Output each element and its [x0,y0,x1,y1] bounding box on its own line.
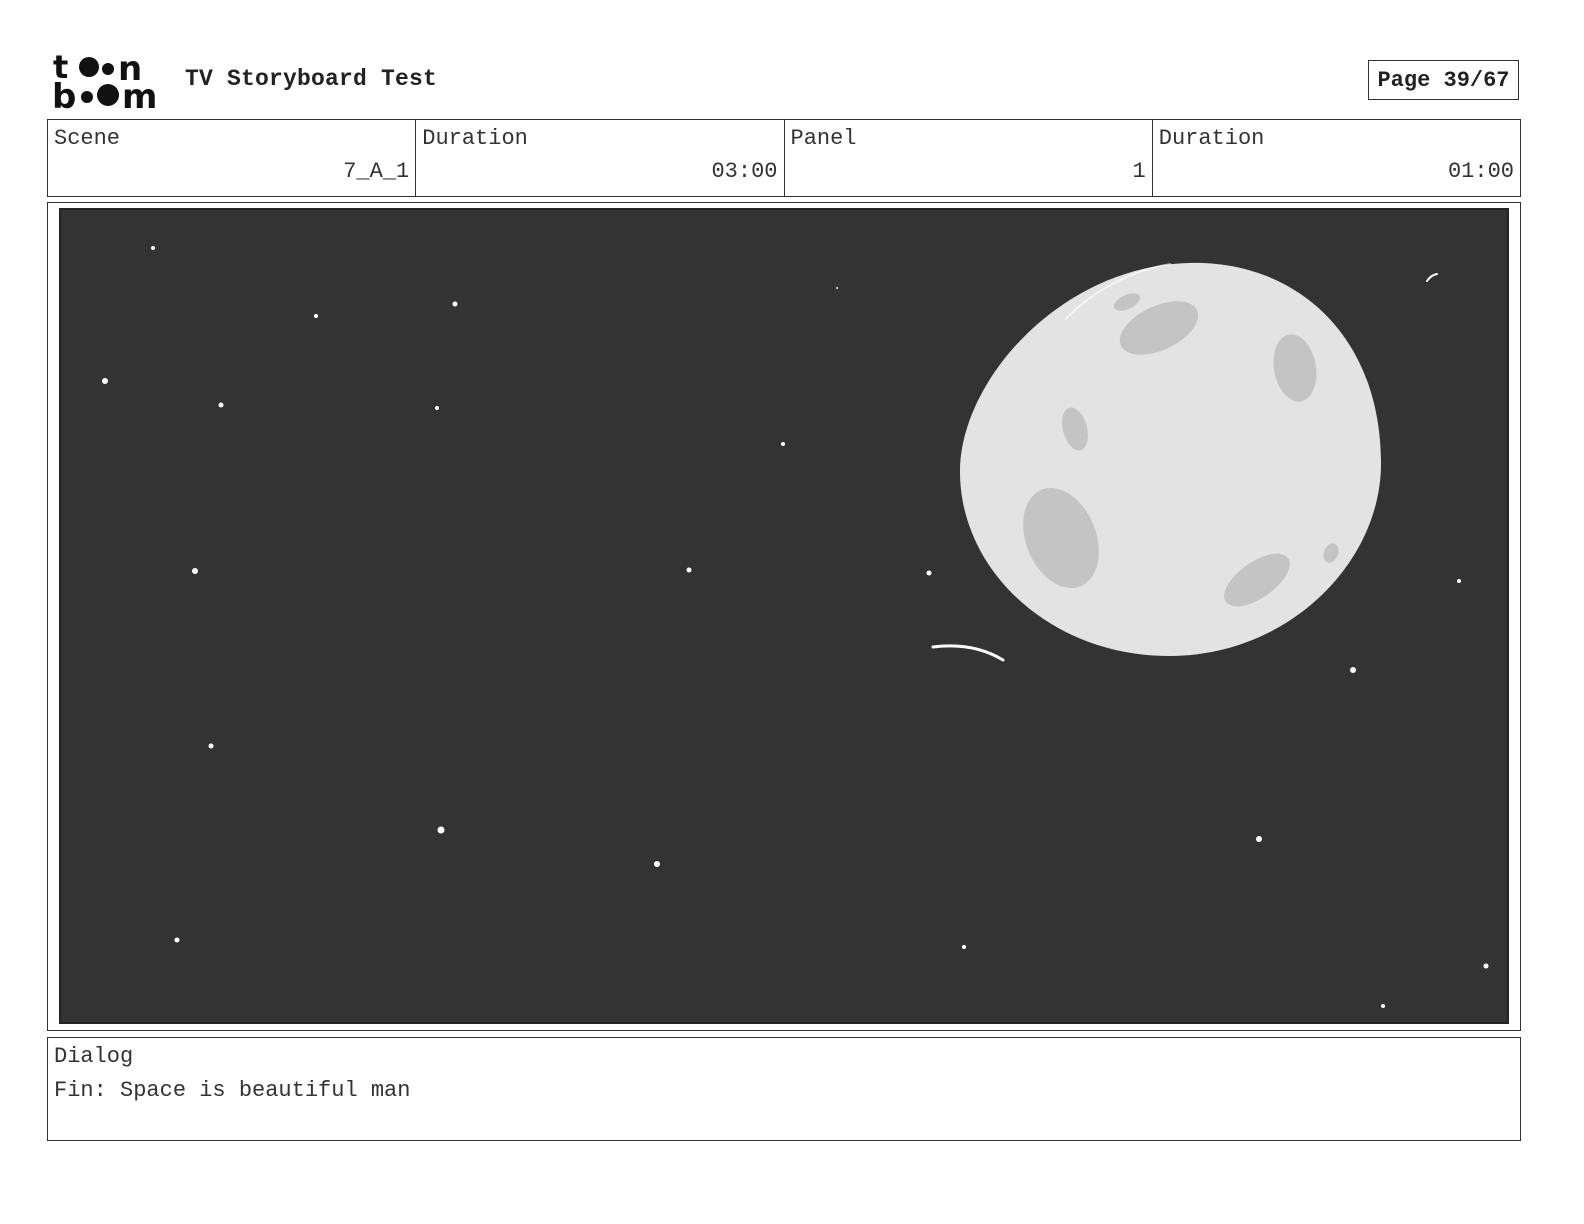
star-speck [1483,963,1489,969]
star-speck [1381,1004,1385,1008]
star-speck [962,945,966,949]
scene-label: Scene [54,126,121,151]
star-speck [926,570,932,576]
star-speck [174,937,180,943]
dialog-box: Dialog Fin: Space is beautiful man [47,1037,1521,1141]
star-speck [1350,667,1356,673]
scene-cell: Scene 7_A_1 [48,120,417,196]
svg-text:b: b [52,77,76,112]
toon-boom-logo: t n b m [52,48,164,117]
star-speck [781,442,785,446]
scene-duration-cell: Duration 03:00 [416,120,785,196]
star-speck [654,861,660,867]
panel-label: Panel [790,126,857,151]
panel-artwork [59,208,1509,1024]
scene-duration-label: Duration [422,126,528,151]
scene-duration-value: 03:00 [711,159,778,184]
panel-cell: Panel 1 [785,120,1153,196]
star-speck [314,314,318,318]
page-indicator: Page 39/67 [1368,60,1519,100]
scene-value: 7_A_1 [343,159,410,184]
star-speck [1457,579,1461,583]
dialog-text: Fin: Space is beautiful man [54,1078,411,1103]
star-speck [1256,836,1262,842]
dialog-label: Dialog [54,1044,134,1069]
space-scene-illustration [61,210,1507,1022]
panel-duration-value: 01:00 [1447,159,1514,184]
star-speck [836,287,838,289]
star-speck [208,743,214,749]
svg-text:m: m [122,77,157,112]
star-speck [102,378,108,384]
star-speck [151,246,155,250]
star-speck [435,406,439,410]
panel-info-table: Scene 7_A_1 Duration 03:00 Panel 1 Durat… [47,119,1521,197]
star-speck [192,568,198,574]
star-speck [437,826,445,834]
panel-duration-label: Duration [1158,126,1265,151]
star-speck [686,567,692,573]
panel-value: 1 [1132,159,1146,184]
storyboard-panel-frame [47,202,1521,1031]
panel-duration-cell: Duration 01:00 [1153,120,1520,196]
storyboard-title: TV Storyboard Test [185,66,438,92]
star-speck [218,402,224,408]
star-speck [452,301,458,307]
